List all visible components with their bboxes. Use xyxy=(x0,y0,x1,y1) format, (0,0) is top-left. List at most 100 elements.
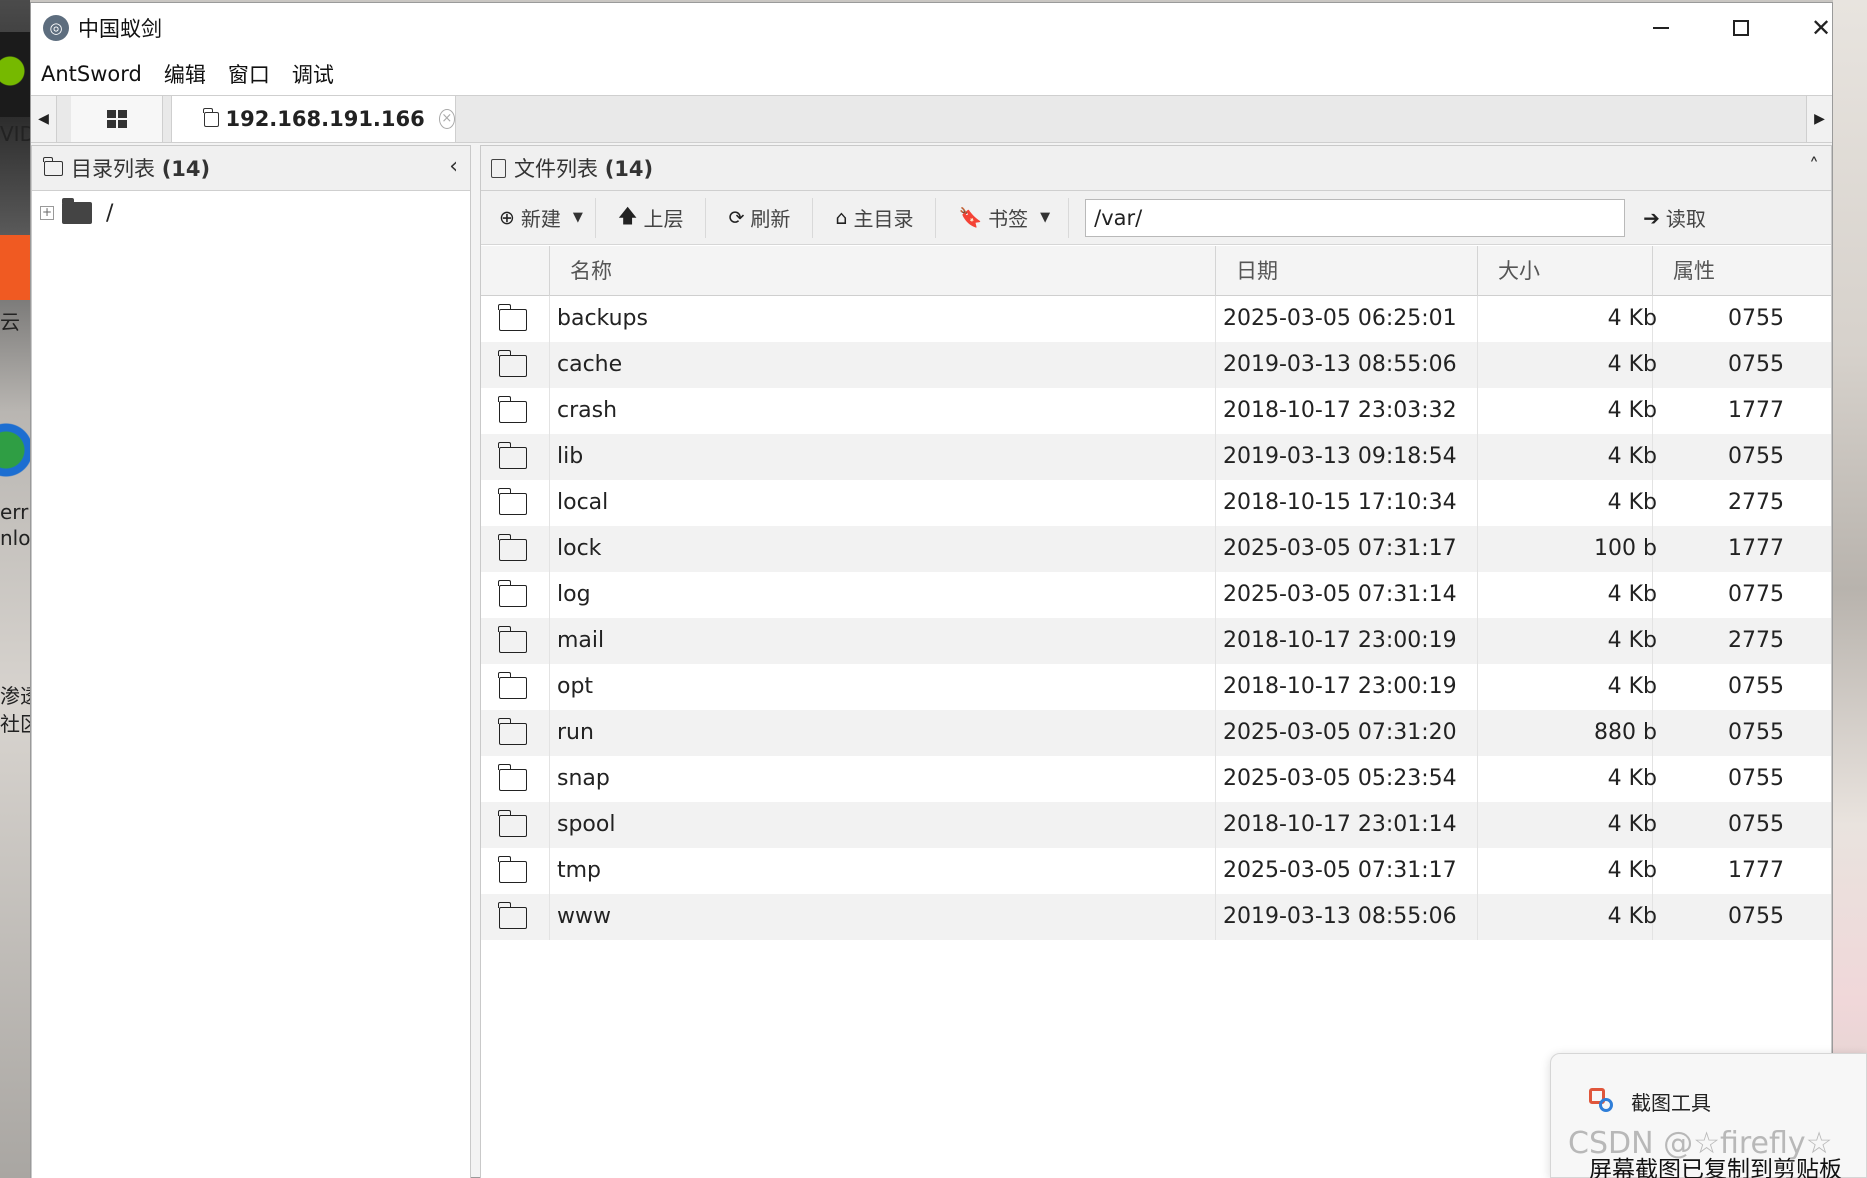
folder-icon xyxy=(498,488,527,515)
nvidia-desktop-icon[interactable] xyxy=(0,32,30,117)
menu-edit[interactable]: 编辑 xyxy=(154,59,218,89)
menu-antsword[interactable]: AntSword xyxy=(31,62,154,86)
minimize-icon xyxy=(1653,27,1669,29)
file-attr: 1777 xyxy=(1728,858,1784,883)
file-size: 4 Kb xyxy=(1607,858,1657,883)
file-date: 2018-10-17 23:03:32 xyxy=(1223,398,1457,423)
file-attr: 0755 xyxy=(1728,306,1784,331)
file-row[interactable]: local 2018-10-15 17:10:34 4 Kb 2775 xyxy=(481,480,1831,526)
home-dir-button[interactable]: ⌂ 主目录 xyxy=(813,197,937,238)
read-button[interactable]: ➔ 读取 xyxy=(1643,203,1706,232)
tree-item-root[interactable]: + / xyxy=(40,198,113,228)
file-panel-header: 文件列表 (14) ˄ xyxy=(481,146,1831,191)
collapse-left-button[interactable]: ‹ xyxy=(449,154,458,179)
column-header-name[interactable]: 名称 xyxy=(549,246,1215,296)
maximize-button[interactable] xyxy=(1701,3,1781,53)
file-row[interactable]: crash 2018-10-17 23:03:32 4 Kb 1777 xyxy=(481,388,1831,434)
tab-close-button[interactable]: × xyxy=(438,109,455,129)
folder-icon xyxy=(498,534,527,561)
file-attr: 0775 xyxy=(1728,582,1784,607)
file-date: 2018-10-17 23:00:19 xyxy=(1223,628,1457,653)
file-row[interactable]: www 2019-03-13 08:55:06 4 Kb 0755 xyxy=(481,894,1831,940)
tab-scroll-left-button[interactable]: ◀ xyxy=(31,96,57,142)
window-title: 中国蚁剑 xyxy=(78,17,162,41)
folder-icon xyxy=(498,672,527,699)
new-label: 新建 xyxy=(520,207,561,231)
file-row[interactable]: mail 2018-10-17 23:00:19 4 Kb 2775 xyxy=(481,618,1831,664)
file-name: opt xyxy=(557,674,594,699)
path-input[interactable] xyxy=(1085,198,1626,237)
file-size: 4 Kb xyxy=(1607,490,1657,515)
tab-host[interactable]: 192.168.191.166 × xyxy=(171,96,456,142)
watermark: CSDN @☆firefly☆ xyxy=(1568,1126,1833,1161)
column-header-size[interactable]: 大小 xyxy=(1477,246,1652,296)
folder-icon xyxy=(498,580,527,607)
directory-panel-title: 目录列表 (14) xyxy=(71,157,211,181)
file-row[interactable]: opt 2018-10-17 23:00:19 4 Kb 0755 xyxy=(481,664,1831,710)
caret-down-icon: ▼ xyxy=(572,210,583,225)
file-name: log xyxy=(557,582,591,607)
folder-icon xyxy=(498,626,527,653)
file-date: 2018-10-17 23:00:19 xyxy=(1223,674,1457,699)
file-row[interactable]: lock 2025-03-05 07:31:17 100 b 1777 xyxy=(481,526,1831,572)
file-row[interactable]: log 2025-03-05 07:31:14 4 Kb 0775 xyxy=(481,572,1831,618)
file-row[interactable]: tmp 2025-03-05 07:31:17 4 Kb 1777 xyxy=(481,848,1831,894)
file-size: 4 Kb xyxy=(1607,904,1657,929)
file-date: 2018-10-17 23:01:14 xyxy=(1223,812,1457,837)
file-name: www xyxy=(557,904,611,929)
caret-right-icon: ▶ xyxy=(1814,111,1825,127)
refresh-button[interactable]: ⟳ 刷新 xyxy=(706,197,814,238)
title-bar[interactable]: ◎ 中国蚁剑 ✕ xyxy=(31,3,1832,53)
file-row[interactable]: backups 2025-03-05 06:25:01 4 Kb 0755 xyxy=(481,296,1831,342)
folder-icon xyxy=(43,156,63,176)
new-button[interactable]: ⊕ 新建 ▼ xyxy=(481,197,596,238)
file-attr: 0755 xyxy=(1728,674,1784,699)
close-button[interactable]: ✕ xyxy=(1781,3,1861,53)
file-date: 2019-03-13 08:55:06 xyxy=(1223,904,1457,929)
directory-panel: 目录列表 (14) ‹ + / xyxy=(31,145,471,1178)
file-name: backups xyxy=(557,306,648,331)
file-date: 2019-03-13 09:18:54 xyxy=(1223,444,1457,469)
file-row[interactable]: cache 2019-03-13 08:55:06 4 Kb 0755 xyxy=(481,342,1831,388)
app-desktop-icon[interactable] xyxy=(0,235,30,300)
file-row[interactable]: snap 2025-03-05 05:23:54 4 Kb 0755 xyxy=(481,756,1831,802)
directory-panel-header: 目录列表 (14) ‹ xyxy=(32,146,470,191)
file-size: 100 b xyxy=(1594,536,1657,561)
download-manager-desktop-icon[interactable] xyxy=(0,410,30,490)
file-row[interactable]: lib 2019-03-13 09:18:54 4 Kb 0755 xyxy=(481,434,1831,480)
file-date: 2025-03-05 06:25:01 xyxy=(1223,306,1457,331)
file-attr: 0755 xyxy=(1728,812,1784,837)
menu-debug[interactable]: 调试 xyxy=(282,59,346,89)
column-header-date[interactable]: 日期 xyxy=(1215,246,1477,296)
file-row[interactable]: spool 2018-10-17 23:01:14 4 Kb 0755 xyxy=(481,802,1831,848)
desktop-right-strip xyxy=(1833,0,1867,1178)
tab-host-label: 192.168.191.166 xyxy=(225,107,425,131)
file-size: 4 Kb xyxy=(1607,582,1657,607)
bookmark-label: 书签 xyxy=(988,207,1029,231)
antsword-window: ◎ 中国蚁剑 ✕ AntSword 编辑 窗口 调试 ◀ 192.168.191… xyxy=(30,2,1833,1178)
tab-scroll-right-button[interactable]: ▶ xyxy=(1806,96,1832,142)
menu-window[interactable]: 窗口 xyxy=(218,59,282,89)
desktop-label: 社区 xyxy=(0,712,30,736)
collapse-up-button[interactable]: ˄ xyxy=(1809,154,1819,178)
bookmark-button[interactable]: 🔖 书签 ▼ xyxy=(936,197,1070,238)
bookmark-icon: 🔖 xyxy=(958,207,983,229)
file-attr: 0755 xyxy=(1728,904,1784,929)
folder-icon xyxy=(498,810,527,837)
file-date: 2025-03-05 07:31:14 xyxy=(1223,582,1457,607)
desktop-label: VID xyxy=(0,122,30,146)
tab-home-grid[interactable] xyxy=(71,96,163,142)
snipping-tool-icon xyxy=(1589,1088,1615,1114)
plus-circle-icon: ⊕ xyxy=(499,206,515,229)
folder-icon xyxy=(498,442,527,469)
grid-icon xyxy=(106,110,127,128)
file-row[interactable]: run 2025-03-05 07:31:20 880 b 0755 xyxy=(481,710,1831,756)
expand-toggle-icon[interactable]: + xyxy=(40,206,54,220)
folder-icon xyxy=(203,107,220,127)
file-name: lock xyxy=(557,536,602,561)
file-name: tmp xyxy=(557,858,602,883)
column-header-attr[interactable]: 属性 xyxy=(1652,246,1832,296)
minimize-button[interactable] xyxy=(1621,3,1701,53)
up-level-button[interactable]: 🡅 上层 xyxy=(596,197,707,238)
file-attr: 2775 xyxy=(1728,628,1784,653)
